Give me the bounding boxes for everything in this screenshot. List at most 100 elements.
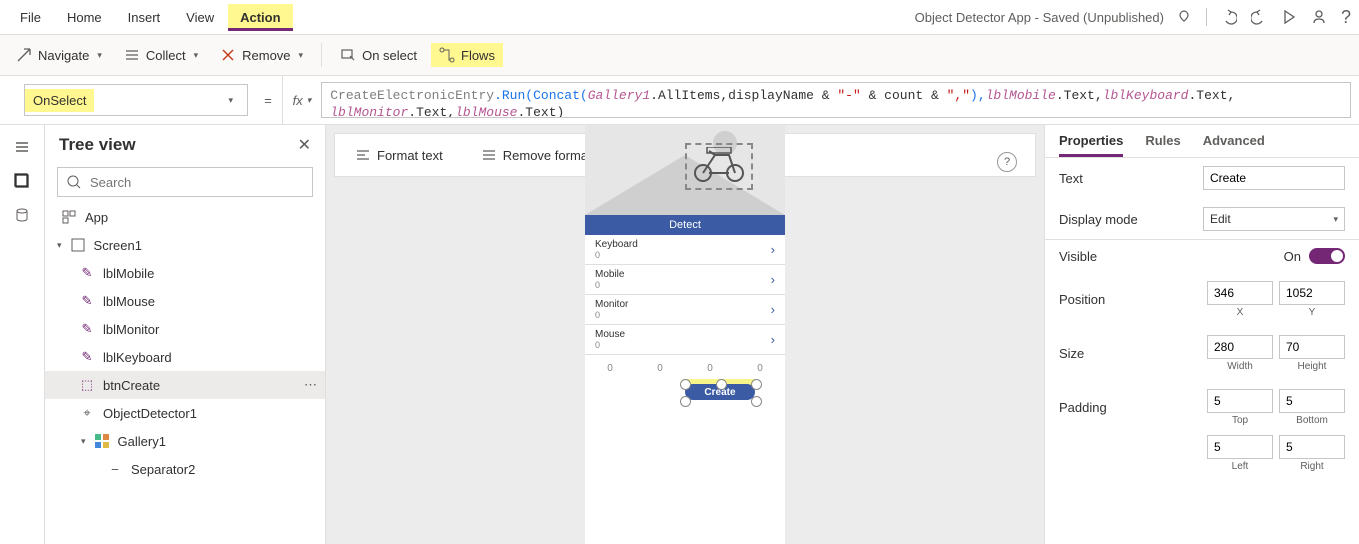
formula-input[interactable]: CreateElectronicEntry.Run(Concat(Gallery… xyxy=(321,82,1351,118)
format-icon xyxy=(355,147,371,163)
tree-icon[interactable] xyxy=(14,173,30,189)
onselect-icon xyxy=(340,47,356,63)
menu-insert[interactable]: Insert xyxy=(116,4,173,31)
tree-btncreate[interactable]: ⬚btnCreate⋯ xyxy=(45,371,325,399)
position-y-input[interactable] xyxy=(1279,281,1345,305)
label-icon: ✎ xyxy=(79,349,95,365)
properties-tabs: Properties Rules Advanced xyxy=(1045,125,1359,157)
property-dropdown[interactable]: OnSelect ▾ xyxy=(24,84,248,116)
app-icon xyxy=(61,209,77,225)
help-icon[interactable]: ? xyxy=(1341,7,1351,28)
fx-label: fx▾ xyxy=(282,76,322,124)
prop-displaymode-dropdown[interactable]: Edit▾ xyxy=(1203,207,1345,231)
detect-button[interactable]: Detect xyxy=(585,215,785,235)
tab-properties[interactable]: Properties xyxy=(1059,133,1123,157)
resize-handle[interactable] xyxy=(680,379,691,390)
prop-visible-label: Visible xyxy=(1059,249,1276,264)
padding-right-input[interactable] xyxy=(1279,435,1345,459)
remove-icon xyxy=(220,47,236,63)
hamburger-icon[interactable] xyxy=(14,139,30,155)
gallery-row-monitor[interactable]: Monitor0› xyxy=(585,295,785,325)
share-icon[interactable] xyxy=(1311,9,1327,25)
padding-left-input[interactable] xyxy=(1207,435,1273,459)
close-icon[interactable]: ✕ xyxy=(298,135,311,155)
label-icon: ✎ xyxy=(79,293,95,309)
position-x-input[interactable] xyxy=(1207,281,1273,305)
info-icon[interactable]: ? xyxy=(997,152,1017,172)
menu-home[interactable]: Home xyxy=(55,4,114,31)
resize-handle[interactable] xyxy=(751,379,762,390)
more-icon[interactable]: ⋯ xyxy=(304,377,319,393)
search-box[interactable] xyxy=(57,167,313,197)
counts-row: 0000 xyxy=(585,355,785,374)
chevron-down-icon[interactable]: ▾ xyxy=(57,240,62,251)
size-height-input[interactable] xyxy=(1279,335,1345,359)
padding-top-input[interactable] xyxy=(1207,389,1273,413)
separator-icon: ⎯ xyxy=(107,461,123,477)
tree-scroll[interactable]: App ▾ Screen1 ✎lblMobile ✎lblMouse ✎lblM… xyxy=(45,203,325,544)
phone-preview[interactable]: Detect Keyboard0› Mobile0› Monitor0› Mou… xyxy=(585,125,785,544)
remove-format-icon xyxy=(481,147,497,163)
menu-action[interactable]: Action xyxy=(228,4,292,31)
canvas-area[interactable]: Format text Remove formatting ? Detect K… xyxy=(326,125,1044,544)
tree-view-panel: Tree view ✕ App ▾ Screen1 ✎lblMobile ✎lb… xyxy=(45,125,326,544)
visible-toggle[interactable] xyxy=(1309,248,1345,264)
collect-icon xyxy=(124,47,140,63)
prop-position-label: Position xyxy=(1059,292,1199,307)
padding-bottom-input[interactable] xyxy=(1279,389,1345,413)
tree-lblmouse[interactable]: ✎lblMouse xyxy=(45,287,325,315)
onselect-button[interactable]: On select xyxy=(332,43,425,67)
gallery-row-mobile[interactable]: Mobile0› xyxy=(585,265,785,295)
gallery-row-keyboard[interactable]: Keyboard0› xyxy=(585,235,785,265)
main-menu: File Home Insert View Action xyxy=(8,4,293,31)
prop-displaymode-label: Display mode xyxy=(1059,212,1195,227)
tab-advanced[interactable]: Advanced xyxy=(1203,133,1265,157)
chevron-right-icon: › xyxy=(771,272,775,287)
create-button[interactable]: Create xyxy=(685,384,755,400)
prop-text-label: Text xyxy=(1059,171,1195,186)
image-placeholder xyxy=(585,125,785,215)
gallery-row-mouse[interactable]: Mouse0› xyxy=(585,325,785,355)
tree-objectdetector[interactable]: ⌖ObjectDetector1 xyxy=(45,399,325,427)
button-icon: ⬚ xyxy=(79,377,95,393)
prop-text-input[interactable] xyxy=(1203,166,1345,190)
navigate-button[interactable]: Navigate▾ xyxy=(8,43,110,67)
top-menu-bar: File Home Insert View Action Object Dete… xyxy=(0,0,1359,35)
undo-icon[interactable] xyxy=(1221,9,1237,25)
size-width-input[interactable] xyxy=(1207,335,1273,359)
screen-icon xyxy=(70,237,86,253)
left-rail xyxy=(0,125,45,544)
tab-rules[interactable]: Rules xyxy=(1145,133,1180,157)
tree-view-title: Tree view xyxy=(59,135,136,155)
tree-lblmobile[interactable]: ✎lblMobile xyxy=(45,259,325,287)
tree-screen1-node[interactable]: ▾ Screen1 xyxy=(45,231,325,259)
resize-handle[interactable] xyxy=(680,396,691,407)
remove-button[interactable]: Remove▾ xyxy=(212,43,311,67)
tree-lblmonitor[interactable]: ✎lblMonitor xyxy=(45,315,325,343)
menu-file[interactable]: File xyxy=(8,4,53,31)
chevron-down-icon[interactable]: ▾ xyxy=(81,436,86,447)
tree-gallery1[interactable]: ▾Gallery1 xyxy=(45,427,325,455)
tree-app-node[interactable]: App xyxy=(45,203,325,231)
data-icon[interactable] xyxy=(14,207,30,223)
visible-on-text: On xyxy=(1284,249,1301,264)
format-text-button[interactable]: Format text xyxy=(347,143,451,167)
health-icon[interactable] xyxy=(1176,9,1192,25)
tree-lblkeyboard[interactable]: ✎lblKeyboard xyxy=(45,343,325,371)
bicycle-icon xyxy=(689,147,749,183)
flows-icon xyxy=(439,47,455,63)
properties-pane: Properties Rules Advanced Text Display m… xyxy=(1044,125,1359,544)
top-icons: ? xyxy=(1176,7,1351,28)
resize-handle[interactable] xyxy=(716,379,727,390)
resize-handle[interactable] xyxy=(751,396,762,407)
app-title: Object Detector App - Saved (Unpublished… xyxy=(293,10,1176,25)
search-input[interactable] xyxy=(88,174,304,191)
redo-icon[interactable] xyxy=(1251,9,1267,25)
play-icon[interactable] xyxy=(1281,9,1297,25)
tree-separator2[interactable]: ⎯Separator2 xyxy=(45,455,325,483)
flows-button[interactable]: Flows xyxy=(431,43,503,67)
collect-button[interactable]: Collect▾ xyxy=(116,43,206,67)
menu-view[interactable]: View xyxy=(174,4,226,31)
navigate-icon xyxy=(16,47,32,63)
chevron-right-icon: › xyxy=(771,242,775,257)
